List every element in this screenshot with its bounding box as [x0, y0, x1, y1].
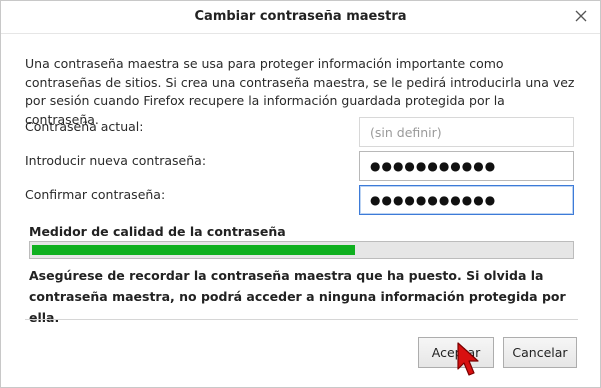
current-password-placeholder: (sin definir): [370, 124, 442, 140]
current-password-label: Contraseña actual:: [25, 119, 144, 134]
new-password-field[interactable]: ●●●●●●●●●●●: [359, 151, 574, 181]
dialog-title: Cambiar contraseña maestra: [194, 9, 407, 24]
master-password-dialog: Cambiar contraseña maestra Una contraseñ…: [0, 0, 601, 388]
quality-meter-label: Medidor de calidad de la contraseña: [29, 224, 286, 239]
separator: [25, 319, 578, 320]
confirm-password-label: Confirmar contraseña:: [25, 187, 166, 202]
quality-meter-fill: [32, 245, 355, 255]
close-icon[interactable]: [572, 7, 590, 25]
confirm-password-field[interactable]: ●●●●●●●●●●●: [359, 185, 574, 215]
title-bar: Cambiar contraseña maestra: [1, 1, 600, 34]
new-password-label: Introducir nueva contraseña:: [25, 153, 207, 168]
accept-button[interactable]: Aceptar: [418, 337, 494, 368]
quality-meter: [29, 241, 574, 259]
cancel-button[interactable]: Cancelar: [503, 337, 577, 368]
confirm-password-value: ●●●●●●●●●●●: [370, 193, 497, 207]
new-password-value: ●●●●●●●●●●●: [370, 159, 497, 173]
current-password-field: (sin definir): [359, 117, 574, 147]
